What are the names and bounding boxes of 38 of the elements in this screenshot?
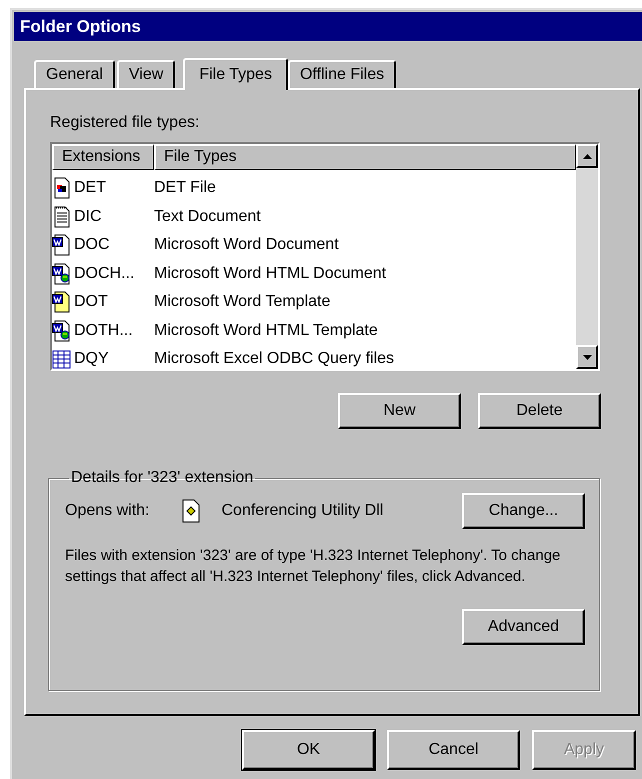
extension-cell[interactable]: DIC xyxy=(74,208,102,226)
advanced-button[interactable]: Advanced xyxy=(462,609,585,645)
opens-with-label: Opens with: xyxy=(65,502,150,520)
extension-cell[interactable]: DQY xyxy=(74,350,109,368)
extension-cell[interactable]: DOCH... xyxy=(74,264,134,283)
file-type-cell[interactable]: Microsoft Word HTML Document xyxy=(154,264,386,283)
dialog-button[interactable]: OK xyxy=(242,730,375,770)
tab[interactable]: Offline Files xyxy=(288,60,396,88)
scroll-down-button[interactable] xyxy=(576,345,598,369)
file-type-cell[interactable]: DET File xyxy=(154,179,216,198)
file-type-cell[interactable]: Microsoft Word HTML Template xyxy=(154,322,378,340)
program-file-icon xyxy=(181,499,202,523)
column-header[interactable]: Extensions xyxy=(52,144,154,170)
group-title: Details for '323' extension xyxy=(70,469,254,487)
file-type-cell[interactable]: Microsoft Excel ODBC Query files xyxy=(154,350,394,368)
tab[interactable]: View xyxy=(116,60,176,88)
tab[interactable]: File Types xyxy=(183,58,288,90)
extension-cell[interactable]: DOT xyxy=(74,293,108,312)
tab[interactable]: General xyxy=(34,60,115,88)
file-type-cell[interactable]: Microsoft Word Template xyxy=(154,293,330,312)
up-arrow-icon xyxy=(582,154,592,158)
program-name: Conferencing Utility Dll xyxy=(221,502,384,520)
description-text: Files with extension '323' are of type 'H.323 Internet Telephony'. To change settings that affect all 'H.323 Internet Telephony' files, click Advanced. xyxy=(65,546,562,587)
file-type-cell[interactable]: Microsoft Word Document xyxy=(154,236,339,254)
scrollbar[interactable] xyxy=(576,144,598,369)
file-type-cell[interactable]: Text Document xyxy=(154,208,261,226)
extension-cell[interactable]: DOC xyxy=(74,236,110,254)
list-label: Registered file types: xyxy=(50,114,200,132)
scroll-up-button[interactable] xyxy=(576,144,598,168)
dialog-button[interactable]: Cancel xyxy=(387,730,520,770)
list-button[interactable]: New xyxy=(338,393,461,429)
extension-cell[interactable]: DET xyxy=(74,179,106,198)
down-arrow-icon xyxy=(582,354,592,360)
column-header[interactable]: File Types xyxy=(154,144,576,170)
window-title: Folder Options xyxy=(20,16,141,36)
change-button[interactable]: Change... xyxy=(462,493,585,529)
list-button[interactable]: Delete xyxy=(478,393,601,429)
extension-cell[interactable]: DOTH... xyxy=(74,322,133,340)
